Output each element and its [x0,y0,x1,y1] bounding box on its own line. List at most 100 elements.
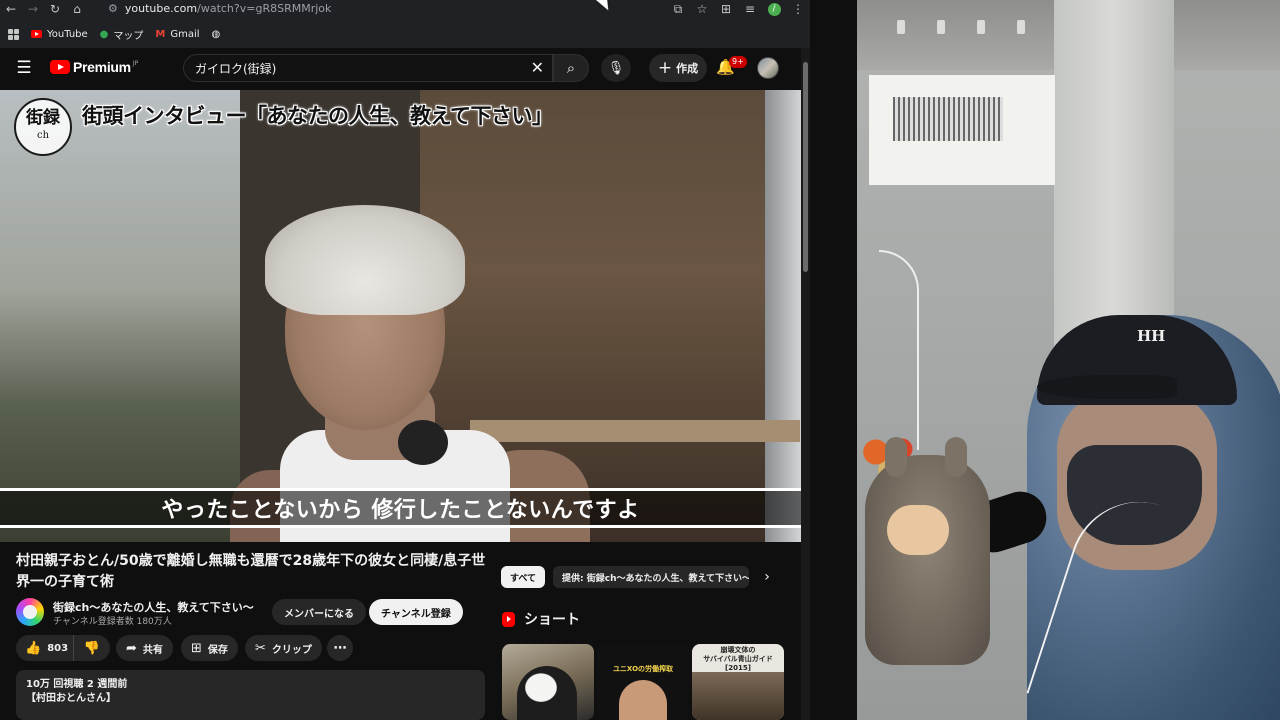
bookmark-label: Gmail [170,28,200,40]
scrollbar-thumb[interactable] [803,62,808,272]
cap-bill [1037,375,1177,399]
bookmark-star-icon[interactable]: ☆ [690,0,714,18]
search-input[interactable]: ガイロク(街録) ✕ [183,54,553,82]
scissors-icon: ✂ [255,640,266,656]
chip-from-channel[interactable]: 提供: 街録ch〜あなたの人生、教えて下さい〜 [553,566,749,588]
video-background [470,420,800,442]
address-bar[interactable]: ⚙ youtube.com/watch?v=gR8SRMMrjok [108,0,628,16]
browser-chrome: ← → ↻ ⌂ ⚙ youtube.com/watch?v=gR8SRMMrjo… [0,0,810,48]
maps-pin-icon: ● [99,28,109,40]
save-button[interactable]: ⊞ 保存 [181,635,238,661]
browser-toolbar-right: ⧉ ☆ ⊞ ≡ / ⋮ [666,0,810,18]
short-thumbnail[interactable] [502,644,594,720]
profile-avatar: / [767,2,781,16]
thumbs-up-icon: 👍 [25,640,42,656]
cap-logo: HH [1137,327,1166,345]
like-count: 803 [47,642,69,654]
search-value: ガイロク(街録) [195,61,277,76]
logo-region: JP [132,59,139,67]
cable [879,250,919,450]
media-control-icon[interactable]: ≡ [738,0,762,18]
notification-badge: 9+ [729,56,747,68]
thumbs-down-icon: 👎 [83,640,101,656]
browser-menu-icon[interactable]: ⋮ [786,0,810,18]
home-icon[interactable]: ⌂ [66,0,88,18]
install-app-icon[interactable]: ⧉ [666,0,690,18]
channel-row: 街録ch〜あなたの人生、教えて下さい〜 チャンネル登録者数 180万人 メンバー… [16,597,486,627]
extensions-icon[interactable]: ⊞ [714,0,738,18]
subscribe-button[interactable]: チャンネル登録 [369,599,463,625]
youtube-play-icon [50,60,70,74]
short-thumbnail[interactable]: ユニXOの労働搾取 [597,644,689,720]
youtube-logo[interactable]: Premium JP [50,59,138,75]
more-icon: ⋯ [333,640,347,656]
apps-grid-icon[interactable] [8,28,19,40]
short-thumbnail[interactable]: 崩壊文体の サバイバル青山ガイド [2015] [692,644,784,720]
channel-subscriber-count: チャンネル登録者数 180万人 [53,617,172,627]
bookmarks-bar: YouTube ● マップ M Gmail ◍ [0,22,810,46]
plush-toy [865,437,990,665]
search-button[interactable]: ⌕ [553,54,589,82]
create-button[interactable]: + 作成 [649,54,707,82]
save-icon: ⊞ [191,640,202,656]
hamburger-menu-icon[interactable]: ☰ [14,58,34,78]
thumbnail-image [692,672,784,720]
url-path: /watch?v=gR8SRMMrjok [197,1,332,15]
clip-button[interactable]: ✂ クリップ [245,635,322,661]
search-icon: ⌕ [566,59,576,77]
join-membership-button[interactable]: メンバーになる [272,599,366,625]
shorts-label: ショート [524,612,580,628]
air-vent [869,75,1055,185]
webcam-feed: HH [857,0,1280,720]
globe-icon: ◍ [211,28,221,40]
microphone-icon: 🎙 [607,60,625,76]
bookmark-gmail[interactable]: M Gmail [155,29,199,40]
bookmark-maps[interactable]: ● マップ [100,27,144,42]
profile-button[interactable]: / [762,0,786,18]
vent-grille [893,97,1003,141]
page-scrollbar[interactable] [801,48,810,720]
reload-icon[interactable]: ↻ [44,0,66,18]
description-text: 【村田おとんさん】 [26,693,116,704]
bookmark-youtube[interactable]: YouTube [31,29,88,40]
video-subtitle: やったことないから 修行したことないんですよ [161,498,640,523]
share-button[interactable]: ➦ 共有 [116,635,173,661]
like-button[interactable]: 👍 803 [16,635,74,661]
forward-icon[interactable]: → [22,0,44,18]
shorts-heading: ショート [502,609,580,629]
short-caption: 崩壊文体の サバイバル青山ガイド [2015] [703,646,773,672]
account-avatar[interactable] [757,57,779,79]
channel-name[interactable]: 街録ch〜あなたの人生、教えて下さい〜 [53,599,254,615]
share-label: 共有 [142,644,163,656]
back-icon[interactable]: ← [0,0,22,18]
plush-face [887,505,949,555]
site-info-icon[interactable]: ⚙ [108,2,118,15]
short-caption: ユニXOの労働搾取 [612,665,674,673]
dislike-button[interactable]: 👎 [74,635,110,661]
chip-all[interactable]: すべて [501,566,546,588]
like-dislike-group: 👍 803 👎 [16,635,110,661]
create-label: 作成 [676,62,699,75]
clear-search-icon[interactable]: ✕ [531,59,544,77]
bookmark-site[interactable]: ◍ [212,29,226,40]
shorts-icon [502,611,515,627]
description-box[interactable]: 10万 回視聴 2 週間前 【村田おとんさん】 [16,670,485,720]
more-actions-button[interactable]: ⋯ [327,635,353,661]
youtube-header: ☰ Premium JP ガイロク(街録) ✕ ⌕ 🎙 + 作成 🔔 [0,48,810,88]
clip-label: クリップ [271,644,312,656]
video-player[interactable]: 街録 ch 街頭インタビュー「あなたの人生、教えて下さい」 やったことないから … [0,90,801,542]
related-filter-chips: すべて 提供: 街録ch〜あなたの人生、教えて下さい〜 › [501,566,781,590]
video-background [0,90,240,542]
video-title: 村田親子おとん/50歳で離婚し無職も還暦で28歳年下の彼女と同棲/息子世界一の子… [16,553,486,590]
plus-icon: + [657,58,673,78]
channel-watermark-logo: 街録 ch [14,98,72,156]
video-background [765,90,801,542]
voice-search-button[interactable]: 🎙 [601,54,631,82]
browser-window: ← → ↻ ⌂ ⚙ youtube.com/watch?v=gR8SRMMrjo… [0,0,810,720]
channel-avatar[interactable] [16,598,44,626]
share-icon: ➦ [126,640,137,656]
watermark-sub: ch [36,130,50,141]
video-overlay-title: 街頭インタビュー「あなたの人生、教えて下さい」 [82,104,553,128]
plush-ear [885,437,907,477]
chevron-right-icon[interactable]: › [759,566,775,588]
